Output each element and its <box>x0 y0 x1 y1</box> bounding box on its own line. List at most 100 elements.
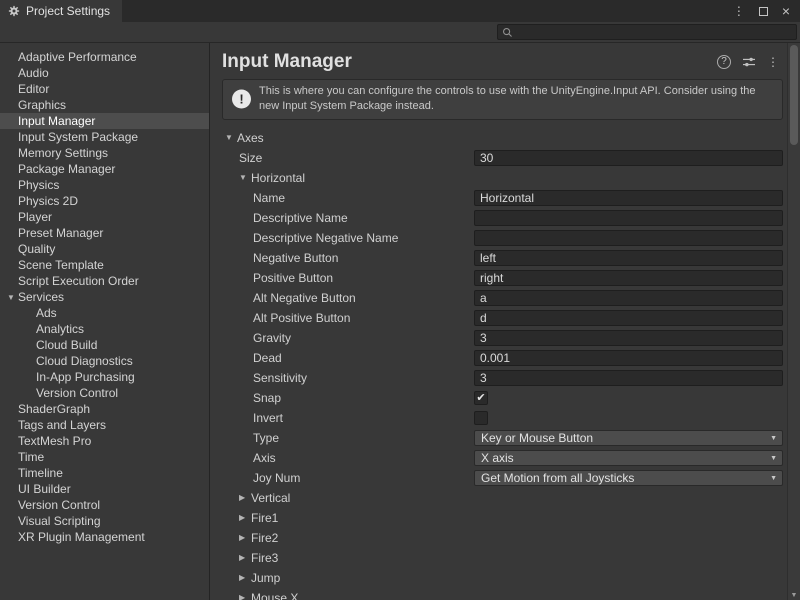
sidebar-item-physics-2d[interactable]: Physics 2D <box>0 193 209 209</box>
dropdown-joy-num[interactable]: Get Motion from all Joysticks▼ <box>474 470 783 486</box>
sidebar-item-version-control[interactable]: Version Control <box>0 497 209 513</box>
property-label[interactable]: ▼Axes <box>210 131 264 145</box>
property-label: Gravity <box>210 331 291 345</box>
sidebar-item-label: UI Builder <box>18 482 71 496</box>
text-field-dead[interactable]: 0.001 <box>474 350 783 366</box>
property-label: Type <box>210 431 279 445</box>
property-label-text: Type <box>253 431 279 445</box>
maximize-icon[interactable] <box>759 7 768 16</box>
window-menu-icon[interactable]: ⋮ <box>733 5 745 17</box>
text-field-positive-button[interactable]: right <box>474 270 783 286</box>
sidebar-item-graphics[interactable]: Graphics <box>0 97 209 113</box>
property-value <box>474 210 783 226</box>
sidebar-item-package-manager[interactable]: Package Manager <box>0 161 209 177</box>
text-field-alt-negative-button[interactable]: a <box>474 290 783 306</box>
sidebar-item-label: Time <box>18 450 44 464</box>
sidebar-item-adaptive-performance[interactable]: Adaptive Performance <box>0 49 209 65</box>
property-label: Joy Num <box>210 471 300 485</box>
sidebar-item-player[interactable]: Player <box>0 209 209 225</box>
sidebar-item-tags-and-layers[interactable]: Tags and Layers <box>0 417 209 433</box>
text-field-negative-button[interactable]: left <box>474 250 783 266</box>
close-icon[interactable]: × <box>782 4 790 18</box>
sidebar-item-cloud-build[interactable]: Cloud Build <box>0 337 209 353</box>
text-field-name[interactable]: Horizontal <box>474 190 783 206</box>
property-label[interactable]: ▼Horizontal <box>210 171 305 185</box>
sidebar-item-textmesh-pro[interactable]: TextMesh Pro <box>0 433 209 449</box>
sidebar-item-xr-plugin-management[interactable]: XR Plugin Management <box>0 529 209 545</box>
sidebar-item-audio[interactable]: Audio <box>0 65 209 81</box>
sidebar-item-physics[interactable]: Physics <box>0 177 209 193</box>
text-field-gravity[interactable]: 3 <box>474 330 783 346</box>
sidebar-item-ads[interactable]: Ads <box>0 305 209 321</box>
sidebar-item-time[interactable]: Time <box>0 449 209 465</box>
sidebar-item-scene-template[interactable]: Scene Template <box>0 257 209 273</box>
sidebar-item-cloud-diagnostics[interactable]: Cloud Diagnostics <box>0 353 209 369</box>
sidebar-item-shadergraph[interactable]: ShaderGraph <box>0 401 209 417</box>
sidebar-item-label: ShaderGraph <box>18 402 90 416</box>
text-field-descriptive-name[interactable] <box>474 210 783 226</box>
property-label[interactable]: ▶Mouse X <box>210 591 298 600</box>
sidebar-item-quality[interactable]: Quality <box>0 241 209 257</box>
presets-icon[interactable] <box>742 56 756 68</box>
sidebar-item-memory-settings[interactable]: Memory Settings <box>0 145 209 161</box>
sidebar-item-label: XR Plugin Management <box>18 530 145 544</box>
foldout-icon[interactable]: ▶ <box>239 573 251 582</box>
foldout-icon[interactable]: ▶ <box>239 593 251 600</box>
foldout-icon[interactable]: ▶ <box>239 553 251 562</box>
sidebar-item-in-app-purchasing[interactable]: In-App Purchasing <box>0 369 209 385</box>
sidebar-item-script-execution-order[interactable]: Script Execution Order <box>0 273 209 289</box>
sidebar-item-label: Graphics <box>18 98 66 112</box>
panel-menu-icon[interactable]: ⋮ <box>767 55 779 69</box>
property-label: Sensitivity <box>210 371 307 385</box>
property-label-text: Descriptive Name <box>253 211 348 225</box>
property-label-text: Axes <box>237 131 264 145</box>
foldout-icon[interactable]: ▼ <box>239 173 251 182</box>
property-label-text: Gravity <box>253 331 291 345</box>
foldout-icon[interactable]: ▶ <box>239 513 251 522</box>
foldout-icon[interactable]: ▶ <box>239 493 251 502</box>
property-label-text: Alt Negative Button <box>253 291 356 305</box>
info-icon: ! <box>232 90 251 109</box>
text-field-alt-positive-button[interactable]: d <box>474 310 783 326</box>
foldout-icon[interactable]: ▼ <box>225 133 237 142</box>
property-label[interactable]: ▶Fire1 <box>210 511 278 525</box>
dropdown-axis[interactable]: X axis▼ <box>474 450 783 466</box>
sidebar-item-input-manager[interactable]: Input Manager <box>0 113 209 129</box>
dropdown-selected-value: Get Motion from all Joysticks <box>481 471 634 485</box>
checkbox-snap[interactable]: ✔ <box>474 391 488 405</box>
sidebar-item-editor[interactable]: Editor <box>0 81 209 97</box>
search-input[interactable] <box>517 26 792 39</box>
dropdown-type[interactable]: Key or Mouse Button▼ <box>474 430 783 446</box>
text-field-size[interactable]: 30 <box>474 150 783 166</box>
text-field-descriptive-negative-name[interactable] <box>474 230 783 246</box>
sidebar-item-services[interactable]: ▼Services <box>0 289 209 305</box>
sidebar-item-label: Editor <box>18 82 49 96</box>
help-icon[interactable]: ? <box>717 55 731 69</box>
sidebar-item-version-control[interactable]: Version Control <box>0 385 209 401</box>
sidebar-item-label: Player <box>18 210 52 224</box>
property-label[interactable]: ▶Jump <box>210 571 280 585</box>
scroll-down-icon[interactable]: ▼ <box>788 592 800 599</box>
checkbox-invert[interactable] <box>474 411 488 425</box>
sidebar-item-label: Audio <box>18 66 49 80</box>
property-label[interactable]: ▶Fire3 <box>210 551 278 565</box>
foldout-icon[interactable]: ▼ <box>4 293 18 302</box>
sidebar-item-timeline[interactable]: Timeline <box>0 465 209 481</box>
sidebar-item-visual-scripting[interactable]: Visual Scripting <box>0 513 209 529</box>
sidebar-item-preset-manager[interactable]: Preset Manager <box>0 225 209 241</box>
sidebar-item-analytics[interactable]: Analytics <box>0 321 209 337</box>
property-label-text: Name <box>253 191 285 205</box>
property-row-mouse-x: ▶Mouse X <box>210 588 787 600</box>
vertical-scrollbar[interactable]: ▼ <box>787 43 800 600</box>
scrollbar-thumb[interactable] <box>790 45 798 145</box>
sidebar-item-ui-builder[interactable]: UI Builder <box>0 481 209 497</box>
project-settings-tab[interactable]: Project Settings <box>0 0 122 22</box>
text-field-sensitivity[interactable]: 3 <box>474 370 783 386</box>
property-label[interactable]: ▶Vertical <box>210 491 290 505</box>
sidebar-item-input-system-package[interactable]: Input System Package <box>0 129 209 145</box>
sidebar-item-label: Input Manager <box>18 114 95 128</box>
property-label-text: Horizontal <box>251 171 305 185</box>
property-label[interactable]: ▶Fire2 <box>210 531 278 545</box>
foldout-icon[interactable]: ▶ <box>239 533 251 542</box>
search-box[interactable] <box>497 24 797 40</box>
